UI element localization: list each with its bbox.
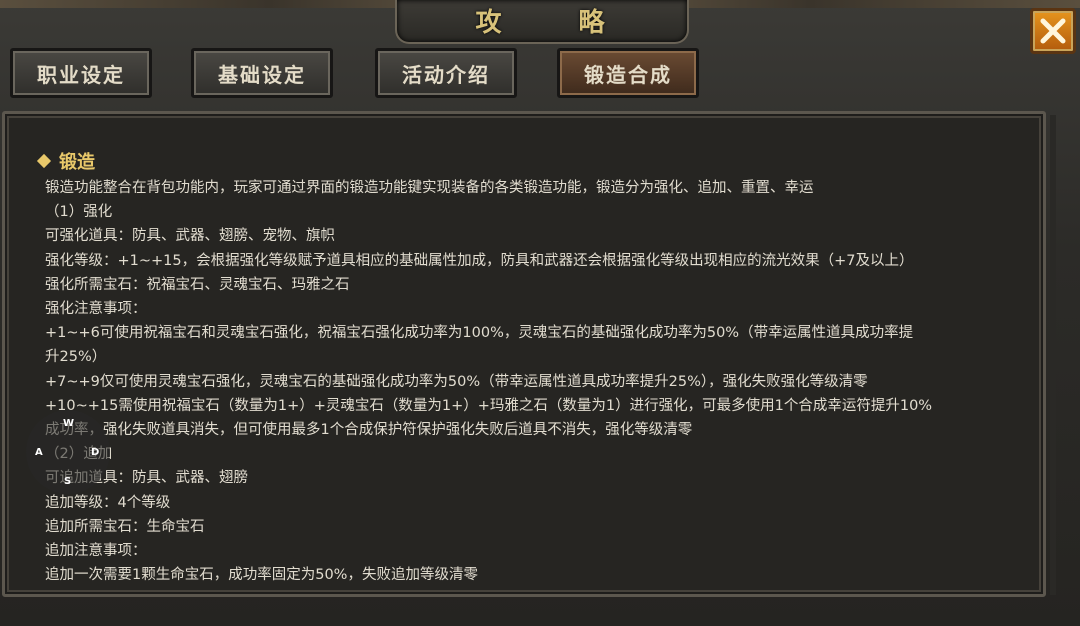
tab-forge-synthesis[interactable]: 锻造合成 bbox=[557, 48, 699, 98]
guide-line: +10~+15需使用祝福宝石（数量为1+）+灵魂宝石（数量为1+）+玛雅之石（数… bbox=[45, 397, 933, 414]
tab-bar: 职业设定 基础设定 活动介绍 锻造合成 bbox=[0, 46, 1080, 102]
diamond-bullet-icon bbox=[36, 153, 52, 169]
section-heading: 锻造 bbox=[36, 150, 1005, 173]
joystick-up-key[interactable]: W bbox=[63, 418, 74, 429]
guide-line: 强化等级：+1~+15，会根据强化等级赋予道具相应的基础属性加成，防具和武器还会… bbox=[45, 252, 914, 269]
guide-line: 追加注意事项： bbox=[45, 543, 147, 560]
guide-line: 可追加道具：防具、武器、翅膀 bbox=[45, 470, 248, 487]
guide-line: 追加一次需要1颗生命宝石，成功率固定为50%，失败追加等级清零 bbox=[45, 567, 478, 584]
window-title: 攻 略 bbox=[475, 8, 639, 38]
tab-basic-settings[interactable]: 基础设定 bbox=[191, 48, 333, 98]
section-heading-text: 锻造 bbox=[59, 152, 95, 173]
guide-line: 强化所需宝石：祝福宝石、灵魂宝石、玛雅之石 bbox=[45, 276, 350, 293]
joystick-left-key[interactable]: A bbox=[35, 447, 43, 458]
joystick-down-key[interactable]: S bbox=[64, 476, 71, 487]
tab-event-intro[interactable]: 活动介绍 bbox=[375, 48, 517, 98]
guide-line: 升25%） bbox=[45, 349, 107, 366]
guide-line: 成功率，强化失败道具消失，但可使用最多1个合成保护符保护强化失败后道具不消失，强… bbox=[45, 422, 693, 439]
guide-line: +7~+9仅可使用灵魂宝石强化，灵魂宝石的基础强化成功率为50%（带幸运属性道具… bbox=[45, 373, 868, 390]
virtual-joystick[interactable]: W A D S bbox=[26, 410, 110, 494]
guide-line: 强化注意事项： bbox=[45, 301, 147, 318]
joystick-right-key[interactable]: D bbox=[91, 447, 99, 458]
close-x-icon bbox=[1040, 18, 1066, 44]
guide-line: 追加所需宝石：生命宝石 bbox=[45, 518, 205, 535]
guide-line: 追加等级：4个等级 bbox=[45, 494, 171, 511]
guide-line: （1）强化 bbox=[45, 204, 113, 221]
scrollbar[interactable] bbox=[1050, 115, 1056, 595]
game-window: 攻 略 职业设定 基础设定 活动介绍 锻造合成 锻造 锻造功能整合在背包功能内，… bbox=[0, 0, 1080, 626]
guide-line: +1~+6可使用祝福宝石和灵魂宝石强化，祝福宝石强化成功率为100%，灵魂宝石的… bbox=[45, 325, 914, 342]
guide-line: 锻造功能整合在背包功能内，玩家可通过界面的锻造功能键实现装备的各类锻造功能，锻造… bbox=[45, 180, 814, 196]
guide-line: 可强化道具：防具、武器、翅膀、宠物、旗帜 bbox=[45, 228, 335, 245]
guide-line: （2）追加 bbox=[45, 442, 1005, 466]
guide-content: 锻造 锻造功能整合在背包功能内，玩家可通过界面的锻造功能键实现装备的各类锻造功能… bbox=[36, 150, 1005, 587]
tab-class-settings[interactable]: 职业设定 bbox=[10, 48, 152, 98]
